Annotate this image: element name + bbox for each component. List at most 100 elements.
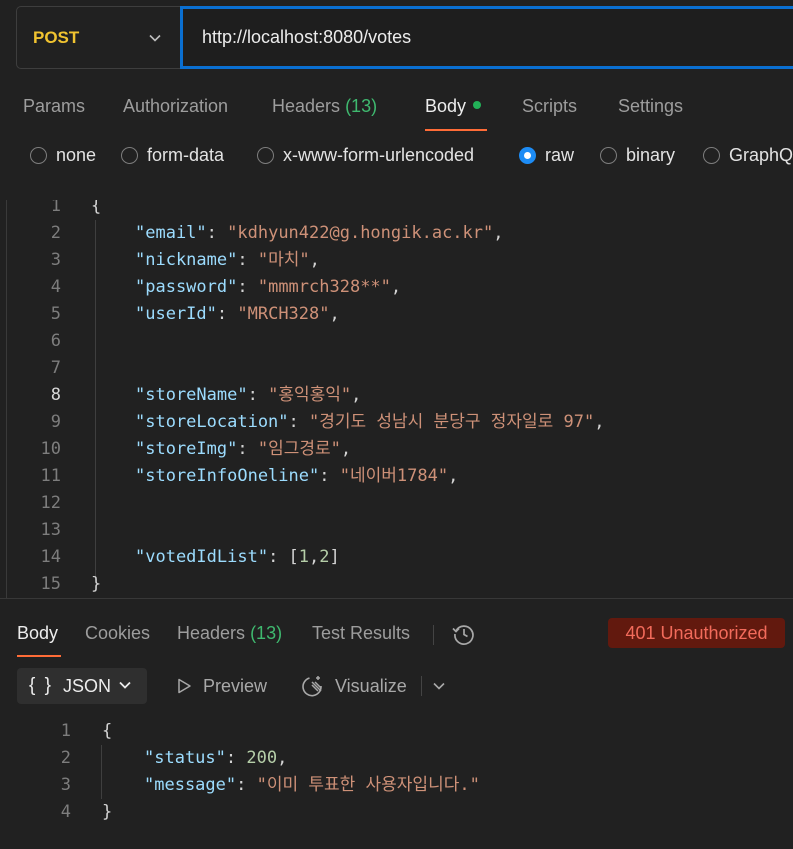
line-number: 15: [40, 574, 61, 594]
json-value: "kdhyun422@g.hongik.ac.kr": [227, 223, 494, 243]
radio-binary-label: binary: [626, 145, 676, 165]
json-value: "홍익홍익": [268, 385, 352, 405]
body-type-selector: none form-data x-www-form-urlencoded raw…: [0, 145, 793, 177]
line-number: 3: [60, 775, 71, 795]
radio-circle: [121, 147, 138, 164]
code-line: 14 "votedIdList": [1,2]: [7, 544, 793, 571]
radio-graphql[interactable]: GraphQ: [703, 145, 793, 166]
active-tab-underline: [17, 655, 61, 657]
panel-divider[interactable]: [0, 598, 793, 599]
response-body-viewer[interactable]: 1{ 2 "status": 200, 3 "message": "이미 투표한 사…: [6, 718, 793, 828]
active-tab-underline: [425, 129, 487, 131]
radio-circle: [257, 147, 274, 164]
code-line: 12: [7, 490, 793, 517]
request-url-bar: POST http://localhost:8080/votes: [16, 6, 793, 69]
code-line: 11 "storeInfoOneline": "네이버1784",: [7, 463, 793, 490]
line-number: 3: [50, 250, 61, 270]
json-value: "네이버1784": [339, 466, 449, 486]
line-number: 10: [40, 439, 61, 459]
line-number: 7: [50, 358, 61, 378]
response-tab-headers[interactable]: Headers (13): [177, 623, 282, 644]
json-key: "userId": [135, 304, 217, 324]
tab-authorization[interactable]: Authorization: [123, 96, 228, 117]
json-key: "storeLocation": [135, 412, 289, 432]
tab-settings[interactable]: Settings: [618, 96, 683, 117]
radio-none[interactable]: none: [30, 145, 96, 166]
json-key: "nickname": [135, 250, 238, 270]
json-key: "votedIdList": [135, 547, 269, 567]
code-line: 6: [7, 328, 793, 355]
code-line: 5 "userId": "MRCH328",: [7, 301, 793, 328]
tab-body[interactable]: Body: [425, 96, 482, 117]
code-line: 15}: [7, 571, 793, 598]
history-icon[interactable]: [451, 621, 477, 647]
code-text: }: [102, 802, 113, 822]
radio-raw-label: raw: [545, 145, 575, 165]
line-number: 4: [60, 802, 71, 822]
preview-button[interactable]: Preview: [175, 668, 267, 704]
json-bracket: ]: [329, 547, 340, 567]
visualize-label: Visualize: [335, 675, 407, 696]
chevron-down-icon: [118, 676, 132, 697]
request-body-editor[interactable]: 1{ 2 "email": "kdhyun422@g.hongik.ac.kr",…: [6, 200, 793, 598]
json-key: "storeInfoOneline": [135, 466, 320, 486]
tab-scripts[interactable]: Scripts: [522, 96, 577, 117]
chevron-down-icon: [433, 682, 445, 690]
code-line: 10 "storeImg": "임그경로",: [7, 436, 793, 463]
code-text: }: [91, 574, 102, 594]
visualize-menu-button[interactable]: [432, 668, 456, 704]
code-line: 4 "password": "mmmrch328**",: [7, 274, 793, 301]
chevron-down-icon: [148, 31, 162, 45]
line-number: 4: [50, 277, 61, 297]
divider: [433, 625, 434, 645]
code-line: 1{: [6, 718, 793, 745]
play-icon: [178, 678, 191, 694]
radio-form-data-label: form-data: [147, 145, 225, 165]
code-text: {: [102, 721, 113, 741]
divider: [421, 676, 422, 696]
code-line: 13: [7, 517, 793, 544]
url-input[interactable]: http://localhost:8080/votes: [180, 6, 793, 69]
status-badge[interactable]: 401 Unauthorized: [608, 618, 785, 648]
response-tab-cookies[interactable]: Cookies: [85, 623, 150, 644]
json-number: 2: [319, 547, 330, 567]
radio-raw[interactable]: raw: [519, 145, 574, 166]
response-tab-test-results[interactable]: Test Results: [312, 623, 410, 644]
headers-count-badge: (13): [250, 623, 283, 643]
json-bracket: [: [288, 547, 299, 567]
response-tabs: Body Cookies Headers (13) Test Results 4…: [0, 612, 793, 658]
visualize-button[interactable]: Visualize: [301, 668, 407, 704]
tab-headers[interactable]: Headers (13): [272, 96, 377, 117]
tab-params[interactable]: Params: [23, 96, 85, 117]
format-select[interactable]: { } JSON: [17, 668, 147, 704]
json-key: "storeName": [135, 385, 248, 405]
code-line: 3 "nickname": "마치",: [7, 247, 793, 274]
response-tab-body[interactable]: Body: [17, 623, 58, 644]
radio-binary[interactable]: binary: [600, 145, 675, 166]
radio-form-data[interactable]: form-data: [121, 145, 224, 166]
json-value: "경기도 성남시 분당구 정자일로 97": [309, 412, 595, 432]
line-number: 1: [50, 200, 61, 216]
json-value: "이미 투표한 사용자입니다.": [256, 775, 480, 795]
json-number: 200: [246, 748, 278, 768]
radio-circle: [30, 147, 47, 164]
radio-circle: [600, 147, 617, 164]
json-value: "MRCH328": [237, 304, 330, 324]
method-select[interactable]: POST: [16, 6, 180, 69]
code-line: 4}: [6, 799, 793, 826]
radio-none-label: none: [56, 145, 97, 165]
radio-urlencoded-label: x-www-form-urlencoded: [283, 145, 475, 165]
line-number: 1: [60, 721, 71, 741]
request-tabs: Params Authorization Headers (13) Body S…: [0, 82, 793, 132]
radio-urlencoded[interactable]: x-www-form-urlencoded: [257, 145, 474, 166]
json-key: "email": [135, 223, 207, 243]
response-toolbar: { } JSON Preview Visualize: [0, 668, 793, 706]
tab-headers-label: Headers: [272, 96, 341, 116]
line-number: 9: [50, 412, 61, 432]
json-key: "message": [144, 775, 237, 795]
json-key: "status": [144, 748, 226, 768]
code-line: 9 "storeLocation": "경기도 성남시 분당구 정자일로 97",: [7, 409, 793, 436]
visualize-icon: [302, 676, 322, 697]
code-line: 2 "status": 200,: [6, 745, 793, 772]
body-modified-dot: [473, 101, 482, 110]
